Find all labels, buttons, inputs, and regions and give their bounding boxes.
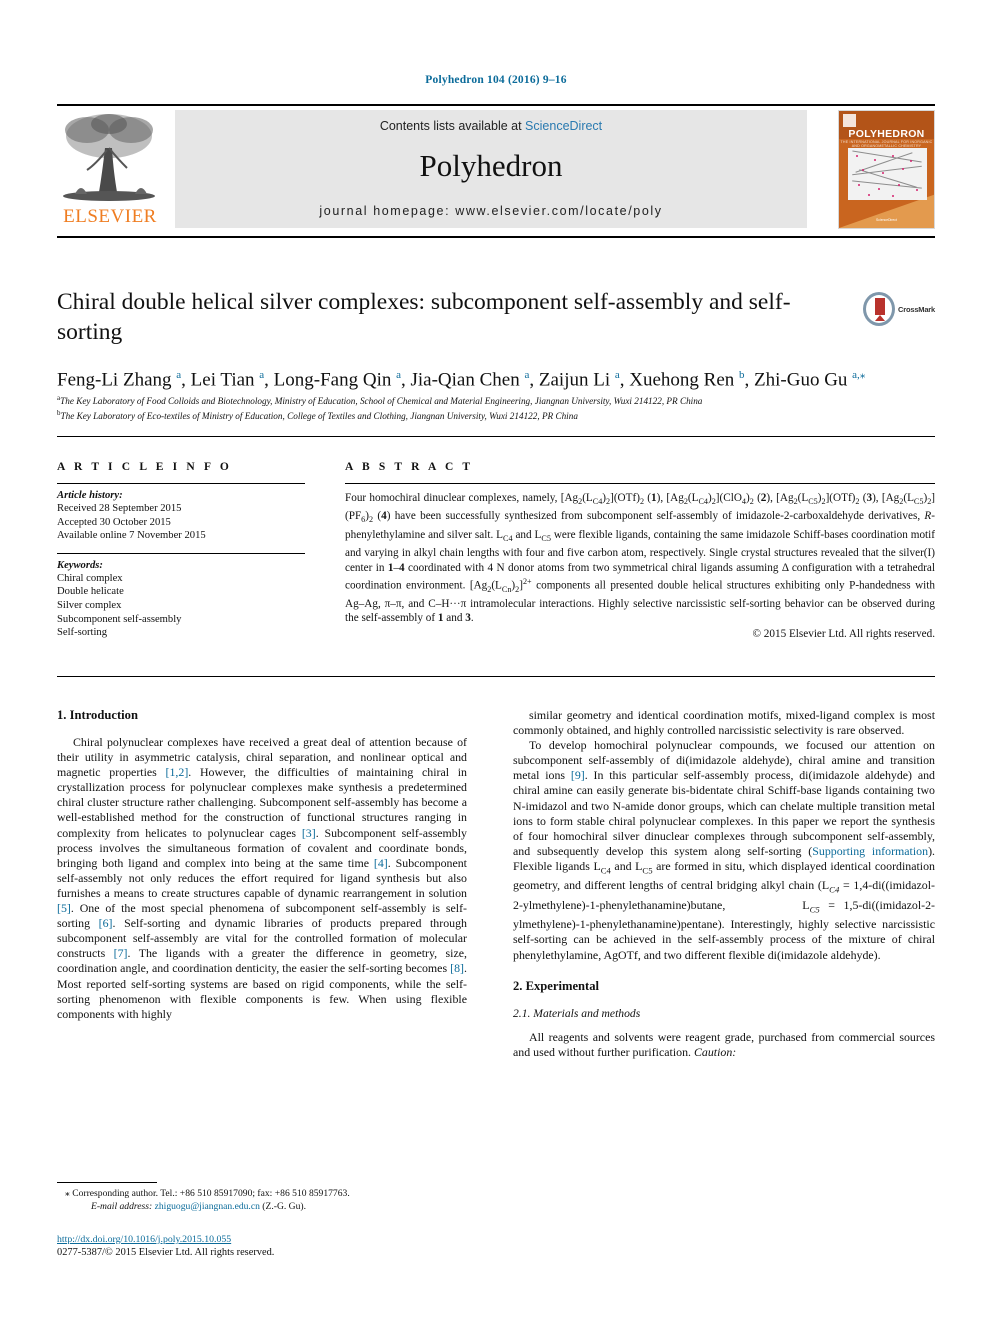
- corresponding-author-note: ⁎ Corresponding author. Tel.: +86 510 85…: [57, 1188, 467, 1201]
- cover-subtitle: THE INTERNATIONAL JOURNAL FOR INORGANIC …: [840, 140, 933, 148]
- materials-methods-subheading: 2.1. Materials and methods: [513, 1006, 641, 1020]
- author-list: Feng-Li Zhang a, Lei Tian a, Long-Fang Q…: [57, 369, 866, 391]
- elsevier-wordmark: ELSEVIER: [63, 206, 157, 227]
- keywords-block: Keywords: Chiral complex Double helicate…: [57, 560, 305, 640]
- email-note: E-mail address: zhiguogu@jiangnan.edu.cn…: [57, 1201, 467, 1214]
- footnote-block: ⁎ Corresponding author. Tel.: +86 510 85…: [57, 1188, 467, 1213]
- journal-title: Polyhedron: [419, 148, 563, 183]
- intro-paragraph-1: Chiral polynuclear complexes have receiv…: [57, 735, 468, 1021]
- doi-link[interactable]: http://dx.doi.org/10.1016/j.poly.2015.10…: [57, 1234, 231, 1245]
- masthead-bottom-rule: [57, 236, 935, 238]
- body-column-left: 1. Introduction Chiral polynuclear compl…: [57, 708, 467, 1022]
- cover-artwork: [848, 148, 927, 200]
- article-history-1: Accepted 30 October 2015: [57, 516, 171, 528]
- keyword-4: Self-sorting: [57, 627, 108, 639]
- abstract-text: Four homochiral dinuclear complexes, nam…: [345, 492, 935, 625]
- intro-heading: 1. Introduction: [57, 708, 138, 722]
- abstract-rule: [345, 483, 935, 484]
- article-title: Chiral double helical silver complexes: …: [57, 289, 791, 345]
- affiliation-a-text: The Key Laboratory of Food Colloids and …: [60, 396, 703, 407]
- abstract-heading: A B S T R A C T: [345, 461, 474, 473]
- email-label: E-mail address:: [91, 1200, 153, 1212]
- body-column-right: similar geometry and identical coordinat…: [513, 708, 935, 1060]
- footnote-rule: [57, 1182, 157, 1183]
- divider-above-abstract: [57, 436, 935, 437]
- cover-elsevier-mark: [843, 114, 856, 127]
- keyword-2: Silver complex: [57, 599, 122, 611]
- affiliation-b-text: The Key Laboratory of Eco-textiles of Mi…: [60, 411, 578, 422]
- elsevier-logo: ELSEVIER: [57, 110, 161, 228]
- article-info-rule: [57, 483, 305, 484]
- cover-title: POLYHEDRON: [848, 128, 925, 140]
- experimental-paragraph-1: All reagents and solvents were reagent g…: [513, 1029, 935, 1059]
- experimental-heading: 2. Experimental: [513, 978, 600, 993]
- sciencedirect-link[interactable]: ScienceDirect: [525, 119, 602, 133]
- corresponding-text: Corresponding author. Tel.: +86 510 8591…: [72, 1188, 350, 1199]
- keyword-0: Chiral complex: [57, 572, 123, 584]
- journal-cover-image: POLYHEDRON THE INTERNATIONAL JOURNAL FOR…: [838, 110, 935, 229]
- contents-line: Contents lists available at ScienceDirec…: [175, 119, 807, 133]
- cover-footer-text: ScienceDirect: [876, 218, 897, 222]
- journal-homepage[interactable]: journal homepage: www.elsevier.com/locat…: [175, 204, 807, 218]
- abstract-copyright: © 2015 Elsevier Ltd. All rights reserved…: [752, 628, 936, 641]
- journal-banner: Contents lists available at ScienceDirec…: [175, 110, 807, 228]
- article-history-label: Article history:: [57, 490, 123, 501]
- article-info-heading: A R T I C L E I N F O: [57, 461, 232, 473]
- email-link[interactable]: zhiguogu@jiangnan.edu.cn: [155, 1201, 260, 1212]
- keywords-rule: [57, 552, 305, 554]
- contents-prefix: Contents lists available at: [379, 119, 526, 133]
- journal-article-page: Polyhedron 104 (2016) 9–16 ELSEVIER Cont…: [0, 0, 992, 1323]
- abstract-block: A B S T R A C T Four homochiral dinuclea…: [345, 461, 935, 640]
- keywords-label: Keywords:: [57, 559, 103, 571]
- keyword-3: Subcomponent self-assembly: [57, 613, 182, 625]
- affiliation-a: aThe Key Laboratory of Food Colloids and…: [57, 392, 935, 407]
- keyword-1: Double helicate: [57, 586, 124, 598]
- email-suffix: (Z.-G. Gu).: [262, 1200, 306, 1212]
- article-history-2: Available online 7 November 2015: [57, 530, 206, 542]
- article-history-0: Received 28 September 2015: [57, 503, 182, 514]
- crossmark-label: CrossMark: [898, 304, 935, 314]
- affiliations: aThe Key Laboratory of Food Colloids and…: [57, 392, 935, 422]
- journal-masthead: ELSEVIER Contents lists available at Sci…: [57, 104, 935, 232]
- divider-below-abstract: [57, 676, 935, 677]
- article-info-block: A R T I C L E I N F O Article history: R…: [57, 461, 305, 640]
- running-head: Polyhedron 104 (2016) 9–16: [425, 74, 567, 86]
- affiliation-b: bThe Key Laboratory of Eco-textiles of M…: [57, 407, 935, 422]
- right-paragraph-2: To develop homochiral polynuclear compou…: [513, 738, 935, 962]
- right-paragraph-1: similar geometry and identical coordinat…: [513, 708, 935, 738]
- issn-copyright: 0277-5387/© 2015 Elsevier Ltd. All right…: [57, 1247, 275, 1258]
- crossmark-icon: [863, 292, 896, 326]
- crossmark-badge[interactable]: CrossMark: [863, 289, 935, 329]
- corresponding-marker: ⁎: [65, 1188, 70, 1199]
